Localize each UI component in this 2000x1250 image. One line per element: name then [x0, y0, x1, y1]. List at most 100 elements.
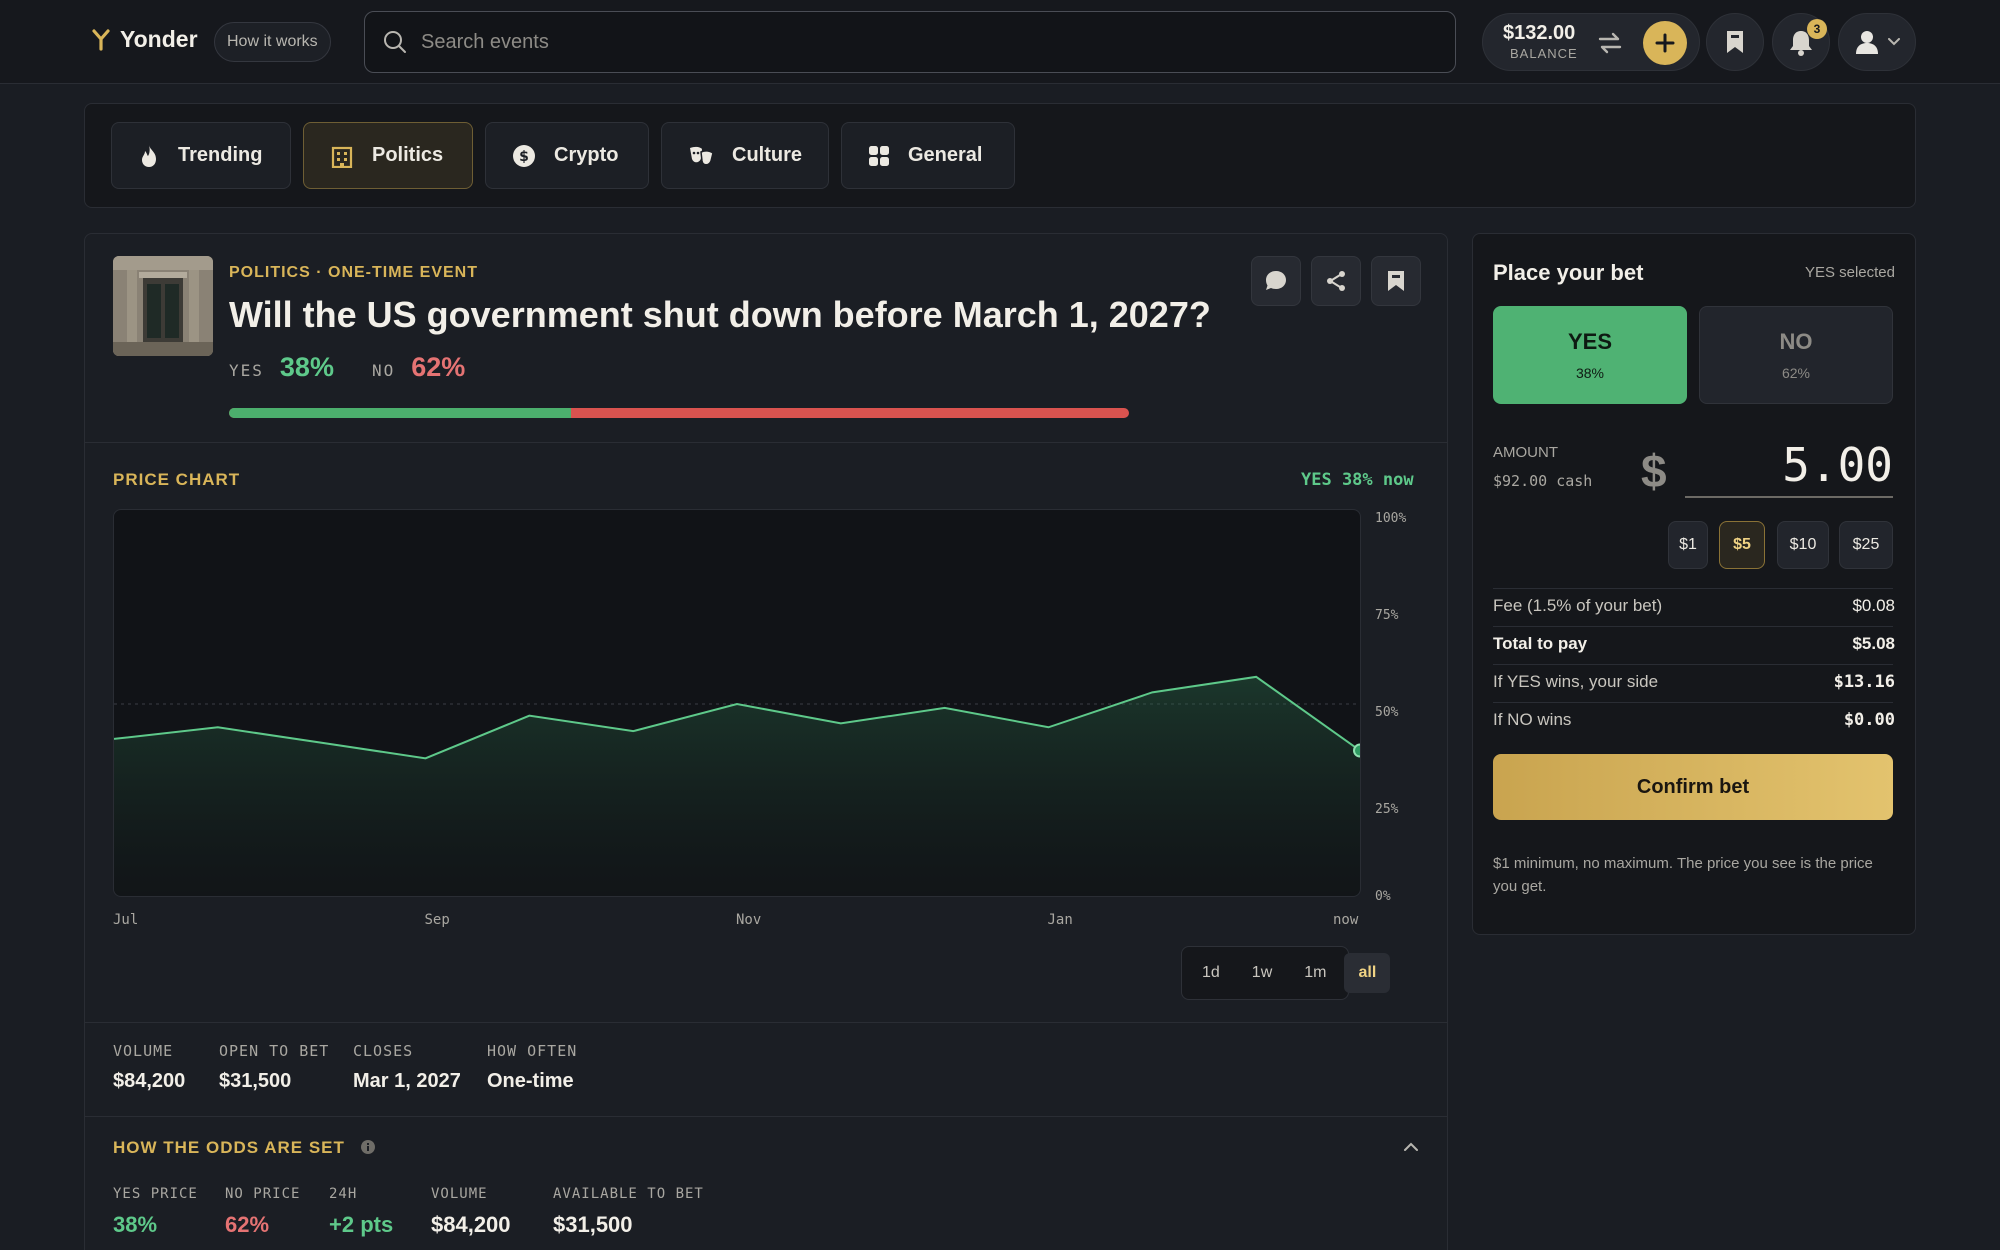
odds-no-price-label: NO PRICE	[225, 1186, 301, 1202]
category-crypto[interactable]: $ Crypto	[485, 122, 649, 189]
divider	[85, 1116, 1447, 1117]
quick-amount-10-button[interactable]: $10	[1777, 521, 1829, 569]
odds-yes-price-label: YES PRICE	[113, 1186, 198, 1202]
notification-count-badge: 3	[1807, 19, 1827, 39]
category-politics[interactable]: Politics	[303, 122, 473, 189]
stat-open-label: OPEN TO BET	[219, 1042, 330, 1060]
odds-explainer-heading[interactable]: HOW THE ODDS ARE SET	[113, 1138, 375, 1158]
search-input[interactable]	[421, 30, 1321, 54]
bookmark-event-button[interactable]	[1371, 256, 1421, 306]
brand-name: Yonder	[120, 26, 198, 52]
swap-icon[interactable]	[1597, 30, 1623, 56]
y-tick-label: 50%	[1375, 705, 1399, 720]
total-value: $5.08	[1852, 634, 1895, 653]
user-icon	[1856, 31, 1878, 54]
top-bar: Yonder How it works $132.00 BALANCE	[0, 0, 2000, 84]
category-culture[interactable]: Culture	[661, 122, 829, 189]
notifications-button[interactable]: 3	[1772, 13, 1830, 71]
divider	[1493, 626, 1893, 627]
stat-closes-value: Mar 1, 2027	[353, 1070, 461, 1092]
bet-yes-button[interactable]: YES 38%	[1493, 306, 1687, 404]
price-chart-now: YES 38% now	[1301, 470, 1414, 490]
stat-frequency-value: One-time	[487, 1070, 574, 1092]
stat-volume-label: VOLUME	[113, 1042, 174, 1060]
share-button[interactable]	[1311, 256, 1361, 306]
divider	[85, 1022, 1447, 1023]
range-1m-button[interactable]: 1m	[1290, 953, 1340, 993]
quick-amount-1-button[interactable]: $1	[1668, 521, 1708, 569]
search-bar[interactable]	[364, 11, 1456, 73]
coin-icon: $	[513, 144, 535, 167]
category-general[interactable]: General	[841, 122, 1015, 189]
info-icon	[360, 1140, 375, 1154]
chevron-up-icon[interactable]	[1403, 1142, 1419, 1152]
bet-note: $1 minimum, no maximum. The price you se…	[1493, 855, 1873, 895]
bet-yes-percent: 38%	[1575, 365, 1605, 381]
category-trending[interactable]: Trending	[111, 122, 291, 189]
search-icon	[384, 31, 406, 53]
balance-pill[interactable]: $132.00 BALANCE	[1482, 13, 1700, 71]
profile-menu-button[interactable]	[1838, 13, 1916, 71]
confirm-bet-button[interactable]: Confirm bet	[1493, 754, 1893, 820]
flame-icon	[142, 144, 156, 167]
price-chart-heading: PRICE CHART	[113, 470, 241, 489]
fee-label: Fee (1.5% of your bet)	[1493, 596, 1663, 615]
category-label: Politics	[372, 144, 444, 166]
stat-volume-value: $84,200	[113, 1070, 186, 1092]
yes-percent: 38%	[279, 352, 334, 382]
odds-bar-yes-fill	[229, 408, 571, 418]
bookmark-icon	[1727, 31, 1743, 53]
y-tick-label: 100%	[1375, 511, 1407, 526]
bet-panel: Place your bet YES selected YES 38% NO 6…	[1472, 233, 1916, 935]
divider	[1493, 702, 1893, 703]
chart-current-point[interactable]	[1353, 743, 1361, 758]
odds-summary: YES 38% NO 62%	[229, 352, 465, 383]
category-bar: Trending Politics $ Crypto Culture Gener…	[84, 103, 1916, 208]
event-card: POLITICS · ONE-TIME EVENT Will the US go…	[84, 233, 1448, 1250]
bet-selection-status: YES selected	[1804, 264, 1895, 281]
total-label: Total to pay	[1493, 634, 1588, 653]
no-percent: 62%	[411, 352, 466, 382]
category-label: Trending	[178, 144, 263, 166]
bet-yes-label: YES	[1567, 329, 1613, 354]
currency-symbol: $	[1641, 445, 1667, 497]
price-chart-svg	[114, 675, 1361, 896]
event-thumbnail	[113, 256, 213, 356]
x-tick-label: Nov	[736, 912, 762, 928]
odds-24h-label: 24H	[329, 1186, 358, 1202]
building-icon	[331, 146, 353, 168]
x-tick-label: Jan	[1047, 912, 1073, 928]
range-1w-button[interactable]: 1w	[1238, 953, 1286, 993]
odds-24h-value: +2 pts	[329, 1212, 394, 1237]
odds-yes-price-value: 38%	[113, 1212, 158, 1237]
x-tick-label: Jul	[113, 912, 139, 928]
no-payout-label: If NO wins	[1493, 710, 1572, 729]
range-all-button[interactable]: all	[1344, 953, 1391, 993]
no-payout-value: $0.00	[1843, 710, 1895, 730]
quick-amount-5-button[interactable]: $5	[1719, 521, 1765, 569]
bet-no-button[interactable]: NO 62%	[1699, 306, 1893, 404]
comment-icon	[1266, 271, 1286, 290]
cash-available: $92.00 cash	[1493, 472, 1593, 490]
bookmark-icon	[1388, 271, 1404, 291]
logo[interactable]: Yonder	[92, 26, 198, 53]
chart-area-fill	[114, 676, 1360, 896]
odds-no-price-value: 62%	[225, 1212, 270, 1237]
amount-input[interactable]: 5.00	[1685, 428, 1893, 498]
range-1d-button[interactable]: 1d	[1188, 953, 1234, 993]
quick-amount-25-button[interactable]: $25	[1839, 521, 1893, 569]
category-label: Culture	[732, 144, 802, 166]
saved-button[interactable]	[1706, 13, 1764, 71]
event-question: Will the US government shut down before …	[229, 294, 1211, 335]
price-chart	[113, 509, 1361, 897]
grid-icon	[869, 145, 889, 166]
x-tick-label: now	[1333, 912, 1359, 928]
add-funds-button[interactable]	[1643, 21, 1687, 65]
stat-open-value: $31,500	[219, 1070, 292, 1092]
yes-payout-label: If YES wins, your side	[1493, 672, 1659, 691]
y-tick-label: 25%	[1375, 802, 1399, 817]
how-it-works-link[interactable]: How it works	[214, 22, 331, 62]
yes-label: YES	[229, 361, 264, 380]
comments-button[interactable]	[1251, 256, 1301, 306]
chevron-down-icon	[1888, 38, 1900, 46]
